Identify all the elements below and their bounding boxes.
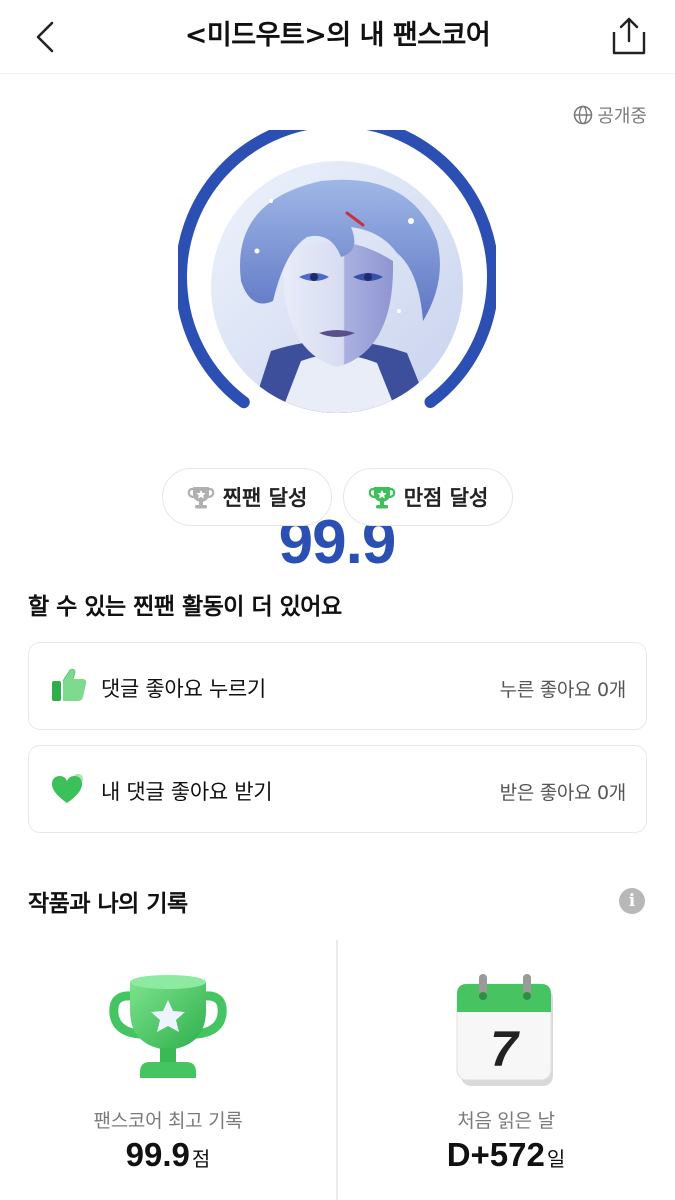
- heart-icon: [51, 774, 83, 803]
- chevron-left-icon: [36, 21, 54, 53]
- record-label: 처음 읽은 날: [457, 1110, 555, 1132]
- record-first-read: 7 처음 읽은 날 D+572 일: [338, 960, 674, 1200]
- top-bar: <미드우트>의 내 팬스코어: [0, 0, 675, 74]
- trophy-icon: [368, 487, 395, 509]
- record-label: 팬스코어 최고 기록: [93, 1110, 243, 1132]
- info-icon[interactable]: i: [619, 888, 645, 914]
- records-section-title: 작품과 나의 기록: [28, 891, 188, 917]
- activity-value: 누른 좋아요 0개: [499, 679, 627, 701]
- thumbs-up-icon: [52, 668, 87, 701]
- record-number: D+572: [446, 1136, 545, 1173]
- activity-receive-likes[interactable]: 내 댓글 좋아요 받기 받은 좋아요 0개: [28, 745, 647, 833]
- calendar-icon: 7: [456, 974, 553, 1086]
- record-best-score: 팬스코어 최고 기록 99.9 점: [0, 960, 336, 1200]
- achievement-label: 찐팬 달성: [222, 486, 308, 510]
- share-icon: [612, 17, 646, 55]
- activities-section-title: 할 수 있는 찐팬 활동이 더 있어요: [28, 594, 342, 620]
- record-value: D+572 일: [338, 1136, 674, 1174]
- achievement-chip-jjinfan[interactable]: 찐팬 달성: [162, 468, 332, 526]
- record-value: 99.9 점: [0, 1136, 336, 1174]
- activity-label: 내 댓글 좋아요 받기: [101, 780, 273, 804]
- activity-like-comments[interactable]: 댓글 좋아요 누르기 누른 좋아요 0개: [28, 642, 647, 730]
- record-number: 99.9: [125, 1136, 190, 1173]
- achievement-chip-perfect[interactable]: 만점 달성: [343, 468, 513, 526]
- avatar: [211, 161, 463, 413]
- trophy-icon: [109, 975, 227, 1078]
- activity-value: 받은 좋아요 0개: [499, 782, 627, 804]
- record-unit: 일: [546, 1147, 566, 1171]
- page-title: <미드우트>의 내 팬스코어: [184, 20, 491, 51]
- share-button[interactable]: [605, 12, 653, 60]
- visibility-toggle[interactable]: 공개중: [573, 102, 647, 128]
- trophy-icon: [187, 487, 214, 509]
- fan-score-gauge: 99.9: [178, 130, 496, 574]
- achievement-label: 만점 달성: [403, 486, 489, 510]
- record-unit: 점: [191, 1147, 211, 1171]
- activity-icon-wrap: [49, 768, 89, 808]
- back-button[interactable]: [22, 14, 68, 60]
- calendar-day-number: 7: [490, 1021, 520, 1077]
- activity-label: 댓글 좋아요 누르기: [101, 677, 266, 701]
- activity-icon-wrap: [49, 665, 89, 705]
- visibility-label: 공개중: [597, 106, 647, 127]
- comic-character-avatar-icon: [211, 161, 463, 413]
- globe-icon: [574, 105, 593, 125]
